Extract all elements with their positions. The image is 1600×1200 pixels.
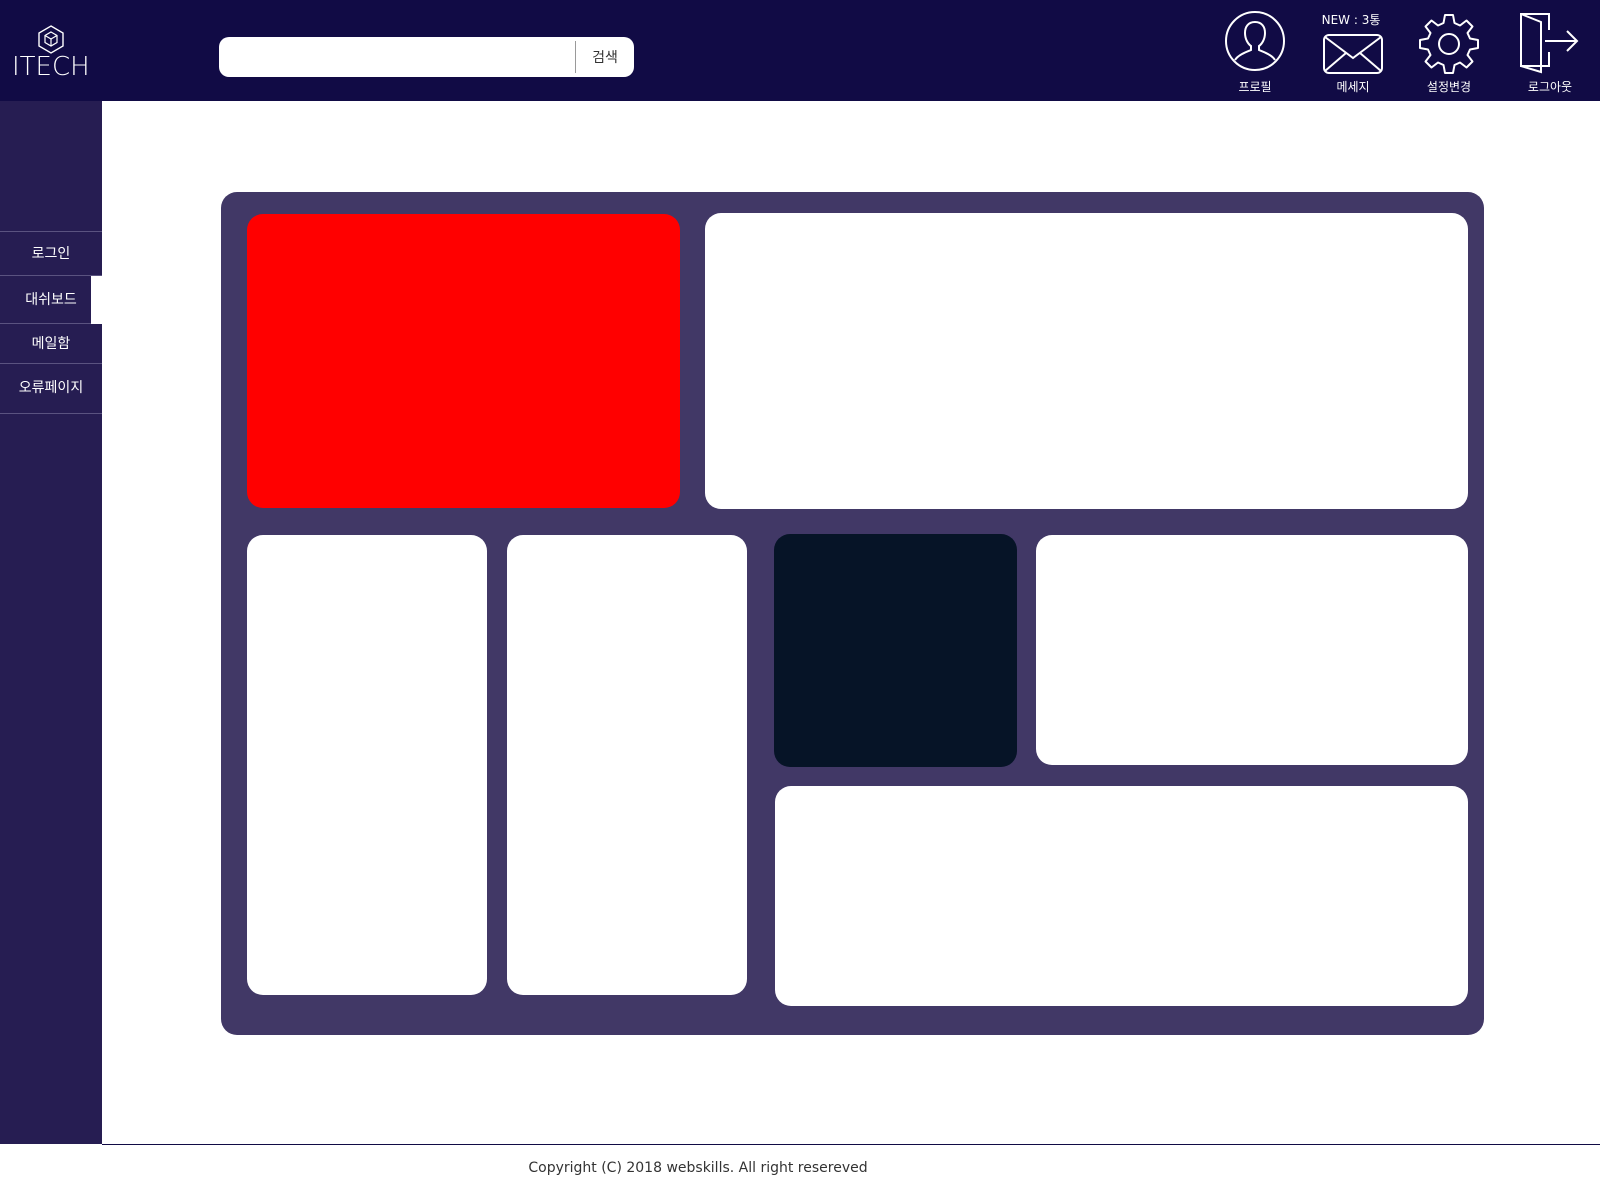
dashboard-card-red[interactable] (247, 214, 680, 508)
settings-label: 설정변경 (1426, 80, 1472, 94)
sidebar-item-mailbox[interactable]: 메일함 (0, 324, 102, 364)
footer-copyright: Copyright (C) 2018 webskills. All right … (528, 1160, 868, 1176)
search-input[interactable] (219, 37, 574, 77)
sidebar-item-label: 대쉬보드 (25, 292, 77, 308)
sidebar-item-login[interactable]: 로그인 (0, 232, 102, 276)
settings-button[interactable]: 설정변경 (1409, 0, 1489, 101)
sidebar-item-label: 오류페이지 (18, 380, 84, 396)
top-header: ITECH 검색 프로필 NEW : 3통 메세지 설정변경 로그아웃 (0, 0, 1600, 101)
message-button[interactable]: 메세지 (1313, 0, 1393, 101)
message-label: 메세지 (1336, 80, 1370, 94)
dashboard-card-medium[interactable] (1036, 535, 1468, 765)
cube-icon (38, 25, 64, 54)
sidebar-item-error-page[interactable]: 오류페이지 (0, 364, 102, 414)
logout-icon (1520, 13, 1579, 74)
profile-icon (1225, 11, 1285, 71)
profile-label: 프로필 (1238, 80, 1272, 94)
dashboard-card-tall-1[interactable] (247, 535, 487, 995)
dashboard-panel (221, 192, 1484, 1035)
logout-label: 로그아웃 (1527, 80, 1573, 94)
dashboard-card-dark[interactable] (774, 534, 1017, 767)
logo-text: ITECH (12, 52, 90, 82)
dashboard-card-bottom-wide[interactable] (775, 786, 1468, 1006)
gear-icon (1419, 14, 1479, 74)
active-indicator (91, 276, 102, 324)
footer-divider (102, 1144, 1600, 1145)
logout-button[interactable]: 로그아웃 (1510, 0, 1590, 101)
search-box: 검색 (219, 37, 634, 77)
itech-logo[interactable]: ITECH (12, 20, 92, 82)
dashboard-card-tall-2[interactable] (507, 535, 747, 995)
search-button[interactable]: 검색 (576, 37, 634, 77)
sidebar-item-label: 메일함 (31, 336, 71, 352)
dashboard-card-wide[interactable] (705, 213, 1468, 509)
sidebar-item-label: 로그인 (31, 246, 71, 262)
envelope-icon (1323, 34, 1383, 74)
profile-button[interactable]: 프로필 (1215, 0, 1295, 101)
sidebar: 로그인 대쉬보드 메일함 오류페이지 (0, 101, 102, 1144)
sidebar-item-dashboard[interactable]: 대쉬보드 (0, 276, 102, 324)
